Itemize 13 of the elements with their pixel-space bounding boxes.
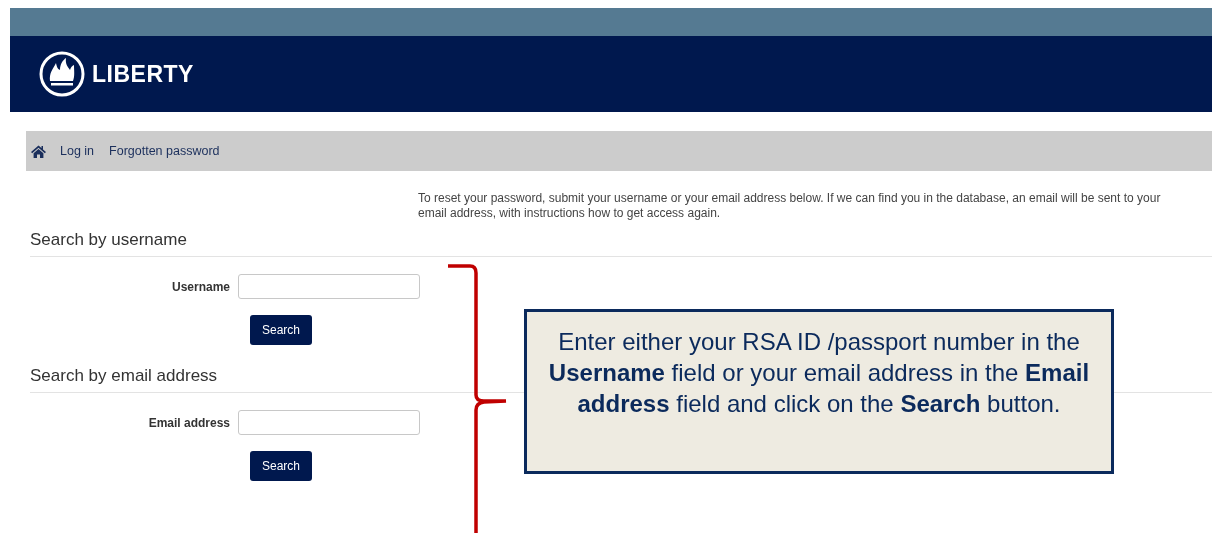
flame-logo-icon xyxy=(39,51,85,97)
input-field[interactable] xyxy=(238,410,420,435)
search-button[interactable]: Search xyxy=(250,451,312,481)
breadcrumb-link[interactable]: Forgotten password xyxy=(109,144,220,158)
home-icon[interactable] xyxy=(31,144,46,158)
input-field[interactable] xyxy=(238,274,420,299)
intro-text: To reset your password, submit your username or your email address below. If we can find you in the database, an email will be sent to your email address, with instructions how to get access again. xyxy=(418,191,1162,221)
field-label: Email address xyxy=(147,415,231,430)
logo-text: LIBERTY xyxy=(92,60,194,88)
search-button[interactable]: Search xyxy=(250,315,312,345)
section-heading: Search by username xyxy=(30,229,1212,257)
field-label: Username xyxy=(170,279,231,294)
breadcrumb-link[interactable]: Log in xyxy=(60,144,95,158)
